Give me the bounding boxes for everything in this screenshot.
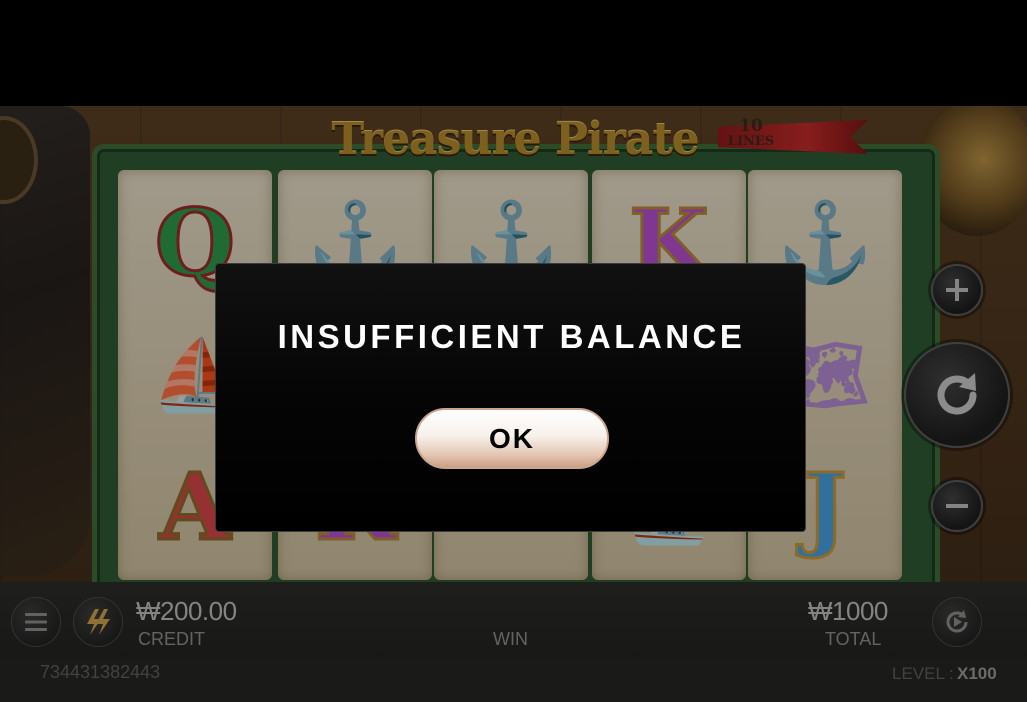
dialog-title: INSUFFICIENT BALANCE	[277, 318, 746, 355]
insufficient-balance-dialog: INSUFFICIENT BALANCE OK	[215, 263, 806, 532]
ok-button[interactable]: OK	[415, 408, 609, 469]
